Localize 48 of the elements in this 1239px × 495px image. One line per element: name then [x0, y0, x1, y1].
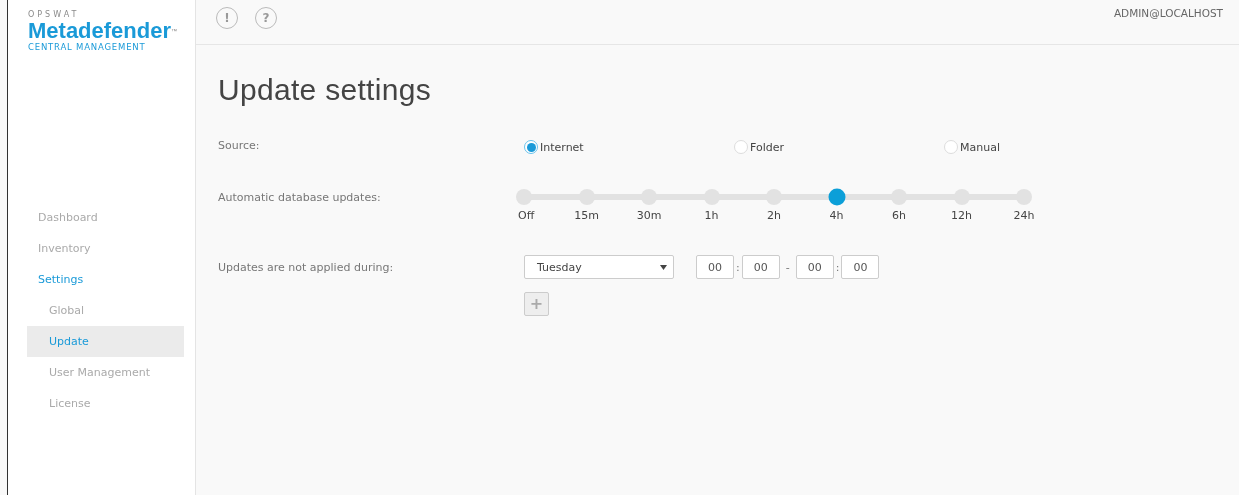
sidebar-item[interactable]: Dashboard: [8, 202, 184, 233]
minute-field[interactable]: 00: [741, 255, 780, 279]
hour-field[interactable]: 00: [696, 255, 734, 279]
add-button[interactable]: +: [524, 292, 549, 316]
slider-tick-label: 24h: [1013, 209, 1035, 222]
radio-label: Manual: [960, 140, 1000, 154]
slider-stop[interactable]: [578, 189, 595, 205]
field-label: Updates are not applied during:: [218, 261, 395, 274]
sidebar-subitem[interactable]: License: [27, 388, 184, 419]
slider-tick-label: 6h: [892, 209, 906, 222]
radio-button[interactable]: [944, 140, 958, 154]
sidebar-item[interactable]: Inventory: [8, 233, 184, 264]
logo-product: Metadefender$^{™}$: [28, 20, 179, 42]
slider-tick-label: 15m: [574, 209, 599, 222]
time-separator: :: [835, 260, 840, 274]
hour-field[interactable]: 00: [795, 255, 834, 279]
sidebar-subitem[interactable]: User Management: [27, 357, 184, 388]
slider-tick-label: 1h: [704, 209, 719, 222]
day-dropdown[interactable]: Tuesday: [524, 255, 674, 279]
slider-tick-label: Off: [518, 209, 535, 222]
sidebar-subitem[interactable]: Global: [27, 295, 184, 326]
minute-field[interactable]: 00: [841, 255, 880, 279]
user-name[interactable]: ADMIN@LOCALHOST: [1113, 6, 1223, 19]
time-separator: :: [736, 260, 740, 274]
radio-label: Folder: [750, 140, 784, 154]
field-label: Source:: [218, 139, 261, 152]
slider-stop[interactable]: [766, 189, 782, 205]
radio-button[interactable]: [524, 140, 538, 154]
field-label: Automatic database updates:: [218, 191, 382, 204]
logo-brand: OPSWAT: [28, 10, 81, 20]
slider-stop[interactable]: [891, 189, 907, 205]
slider-stop[interactable]: [516, 189, 532, 205]
range-separator: -: [785, 260, 790, 274]
slider-tick-label: 4h: [829, 209, 844, 222]
slider-stop[interactable]: [703, 189, 720, 205]
slider-stop[interactable]: [953, 189, 970, 205]
radio-label: Internet: [540, 140, 584, 154]
slider-tick-label: 30m: [636, 209, 662, 222]
caret-icon: [660, 264, 667, 270]
radio-button[interactable]: [734, 140, 748, 154]
slider-thumb[interactable]: [828, 188, 845, 206]
page-title: Update settings: [218, 73, 432, 107]
slider-stop[interactable]: [641, 189, 657, 205]
sidebar-subitem[interactable]: Update: [27, 326, 184, 357]
logo-subtitle: CENTRAL MANAGEMENT: [28, 42, 147, 52]
slider-tick-label: 12h: [951, 209, 972, 222]
sidebar-item[interactable]: Settings: [8, 264, 184, 295]
slider-tick-label: 2h: [767, 209, 781, 222]
